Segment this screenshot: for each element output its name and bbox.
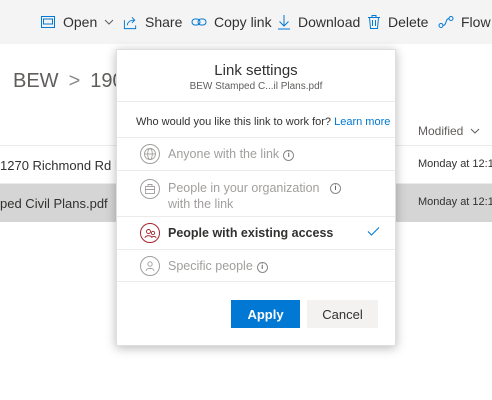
- audience-question: Who would you like this link to work for…: [136, 116, 390, 128]
- copy-link-label: Copy link: [214, 14, 272, 30]
- command-bar: Open Share Copy link Download Delete Flo…: [0, 0, 492, 44]
- chevron-down-icon: [104, 19, 114, 25]
- option-label: People in your organization with the lin…: [168, 180, 328, 212]
- file-modified: Monday at 12:1: [418, 196, 492, 208]
- option-specific-people[interactable]: Specific people i: [117, 249, 395, 282]
- option-text: Anyone with the link: [168, 147, 280, 161]
- flow-button[interactable]: Flow: [438, 0, 491, 44]
- share-label: Share: [145, 14, 183, 30]
- option-anyone-with-link[interactable]: Anyone with the link i: [117, 137, 395, 170]
- cancel-button[interactable]: Cancel: [307, 300, 378, 328]
- option-text: Specific people: [168, 259, 253, 273]
- share-icon: [123, 16, 137, 29]
- open-label: Open: [63, 14, 98, 30]
- info-icon[interactable]: i: [283, 150, 295, 161]
- download-button[interactable]: Download: [277, 0, 360, 44]
- people-icon: [140, 223, 160, 243]
- open-icon: [41, 16, 55, 28]
- dialog-file-name: BEW Stamped C...il Plans.pdf: [189, 81, 323, 92]
- flow-icon: [438, 16, 454, 28]
- question-text: Who would you like this link to work for…: [136, 116, 332, 128]
- chevron-down-icon: [470, 128, 480, 134]
- share-button[interactable]: Share: [123, 0, 182, 44]
- dialog-divider: [117, 101, 395, 102]
- flow-label: Flow: [461, 14, 491, 30]
- delete-label: Delete: [388, 14, 429, 30]
- breadcrumb-item[interactable]: BEW: [13, 70, 59, 92]
- info-icon[interactable]: i: [330, 183, 341, 194]
- trash-icon: [368, 15, 380, 29]
- delete-button[interactable]: Delete: [367, 0, 428, 44]
- apply-button[interactable]: Apply: [231, 300, 300, 328]
- breadcrumb-separator: >: [68, 70, 81, 92]
- dialog-title: Link settings: [214, 62, 298, 79]
- globe-icon: [140, 144, 160, 164]
- person-icon: [140, 256, 160, 276]
- info-icon[interactable]: i: [256, 262, 268, 273]
- copy-link-button[interactable]: Copy link: [191, 0, 272, 44]
- download-icon: [278, 15, 290, 30]
- learn-more-link[interactable]: Learn more: [334, 116, 390, 128]
- column-header-modified[interactable]: Modified: [418, 124, 480, 138]
- option-people-with-existing-access[interactable]: People with existing access: [117, 216, 395, 249]
- option-label: Anyone with the link i: [168, 146, 295, 162]
- option-people-in-organization[interactable]: People in your organization with the lin…: [117, 170, 395, 216]
- option-label: People with existing access: [168, 225, 333, 241]
- open-button[interactable]: Open: [40, 0, 115, 44]
- file-name[interactable]: ped Civil Plans.pdf: [0, 196, 108, 211]
- modified-header-label: Modified: [418, 124, 464, 138]
- file-modified: Monday at 12:1: [418, 158, 492, 170]
- link-settings-dialog: Link settings BEW Stamped C...il Plans.p…: [116, 49, 396, 346]
- link-icon: [191, 18, 207, 26]
- option-label: Specific people i: [168, 258, 268, 274]
- checkmark-icon: [367, 227, 380, 236]
- file-name[interactable]: 1270 Richmond Rd Ma: [0, 158, 133, 173]
- building-icon: [140, 179, 160, 199]
- option-text: People in your organization with the lin…: [168, 181, 320, 211]
- option-text: People with existing access: [168, 226, 334, 240]
- download-label: Download: [298, 14, 361, 30]
